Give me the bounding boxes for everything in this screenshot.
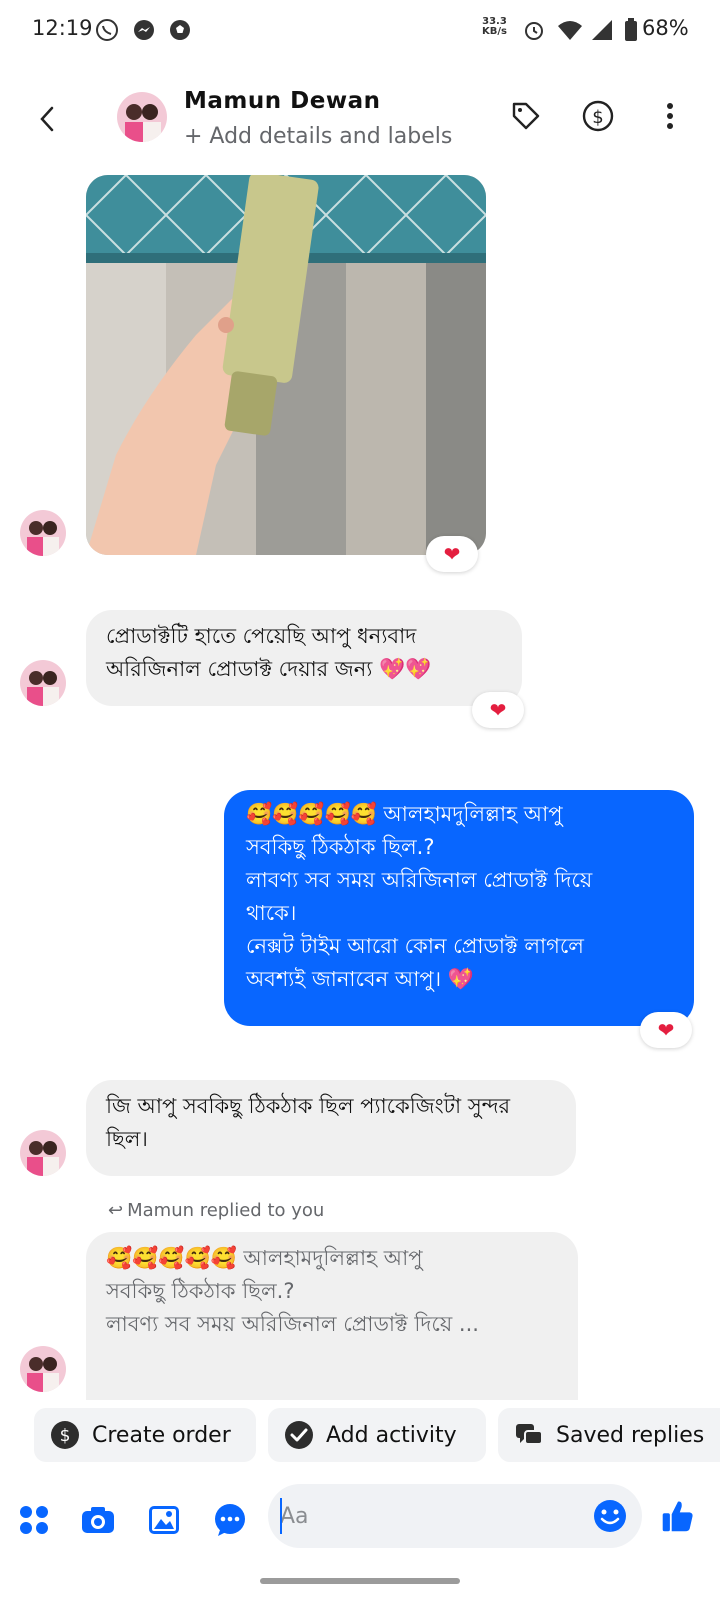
create-order-label: Create order — [92, 1422, 231, 1448]
avatar[interactable] — [20, 660, 66, 706]
contact-name[interactable]: Mamun Dewan — [184, 88, 380, 114]
chat-bubble-icon[interactable] — [212, 1502, 248, 1538]
reply-indicator: ↩ Mamun replied to you — [108, 1200, 324, 1221]
battery-percent: 68% — [642, 16, 689, 40]
tag-icon[interactable] — [508, 98, 544, 134]
messenger-icon — [134, 20, 154, 40]
quoted-line: লাবণ্য সব সময় অরিজিনাল প্রোডাক্ট দিয়ে … — [106, 1312, 479, 1336]
message-thread[interactable]: ❤ প্রোডাক্টটি হাতে পেয়েছি আপু ধন্যবাদ অ… — [0, 170, 720, 1400]
message-input-container[interactable] — [268, 1484, 642, 1548]
message-line: 🥰🥰🥰🥰🥰 আলহামদুলিল্লাহ আপু — [246, 802, 563, 826]
status-time: 12:19 — [32, 16, 93, 40]
message-bubble-outgoing[interactable]: 🥰🥰🥰🥰🥰 আলহামদুলিল্লাহ আপু সবকিছু ঠিকঠাক ছ… — [224, 790, 694, 1026]
avatar[interactable] — [20, 1346, 66, 1392]
camera-icon[interactable] — [80, 1502, 116, 1538]
wifi-icon — [558, 21, 582, 40]
photo-message[interactable] — [86, 175, 486, 555]
add-activity-label: Add activity — [326, 1422, 457, 1448]
text-caret — [280, 1498, 282, 1534]
reply-arrow-icon: ↩ — [108, 1200, 124, 1221]
message-composer — [0, 1484, 720, 1554]
saved-replies-button[interactable]: Saved replies — [498, 1408, 720, 1462]
avatar[interactable] — [20, 510, 66, 556]
svg-text:$: $ — [592, 107, 603, 128]
alarm-icon — [525, 22, 543, 40]
soccer-icon — [170, 20, 190, 40]
svg-text:$: $ — [60, 1426, 71, 1446]
grid-icon[interactable] — [16, 1502, 52, 1538]
heart-reaction[interactable]: ❤ — [472, 692, 524, 728]
quoted-line: 🥰🥰🥰🥰🥰 আলহামদুলিল্লাহ আপু — [106, 1246, 423, 1270]
quick-actions-bar: $ Create order Add activity Saved replie… — [0, 1408, 720, 1464]
net-speed-unit: KB/s — [482, 26, 507, 37]
gesture-nav-handle[interactable] — [260, 1578, 460, 1584]
conversation-header: Mamun Dewan + Add details and labels $ — [0, 80, 720, 160]
message-line: নেক্সট টাইম আরো কোন প্রোডাক্ট লাগলে — [246, 934, 584, 958]
net-speed: 33.3 KB/s — [482, 17, 507, 37]
whatsapp-icon — [96, 19, 118, 41]
saved-replies-label: Saved replies — [556, 1422, 705, 1448]
avatar[interactable] — [117, 92, 167, 142]
quoted-line: সবকিছু ঠিকঠাক ছিল.? — [106, 1279, 295, 1303]
heart-reaction[interactable]: ❤ — [640, 1012, 692, 1048]
dollar-icon[interactable]: $ — [580, 98, 616, 134]
emoji-icon[interactable] — [592, 1498, 628, 1534]
avatar[interactable] — [20, 1130, 66, 1176]
checkmark-icon — [285, 1421, 313, 1449]
more-icon[interactable] — [652, 98, 688, 134]
add-details-link[interactable]: + Add details and labels — [184, 124, 452, 149]
message-line: লাবণ্য সব সময় অরিজিনাল প্রোডাক্ট দিয়ে — [246, 868, 593, 892]
message-line: সবকিছু ঠিকঠাক ছিল.? — [246, 835, 435, 859]
message-line: থাকে। — [246, 901, 297, 925]
message-line: অবশ্যই জানাবেন আপু। 💖 — [246, 967, 474, 991]
message-bubble[interactable]: প্রোডাক্টটি হাতে পেয়েছি আপু ধন্যবাদ অরি… — [86, 610, 522, 706]
heart-reaction[interactable]: ❤ — [426, 536, 478, 572]
message-bubble[interactable]: জি আপু সবকিছু ঠিকঠাক ছিল প্যাকেজিংটা সুন… — [86, 1080, 576, 1176]
gallery-icon[interactable] — [146, 1502, 182, 1538]
quoted-reply-bubble[interactable]: 🥰🥰🥰🥰🥰 আলহামদুলিল্লাহ আপু সবকিছু ঠিকঠাক ছ… — [86, 1232, 578, 1400]
thumbs-up-icon[interactable] — [660, 1498, 696, 1534]
reply-label: Mamun replied to you — [127, 1200, 325, 1221]
create-order-button[interactable]: $ Create order — [34, 1408, 256, 1462]
message-input[interactable] — [280, 1494, 580, 1538]
signal-icon — [592, 20, 612, 40]
chat-bubbles-icon — [516, 1424, 543, 1445]
battery-icon — [625, 18, 637, 41]
dollar-icon: $ — [51, 1421, 79, 1449]
add-activity-button[interactable]: Add activity — [268, 1408, 486, 1462]
back-icon[interactable] — [30, 102, 64, 136]
status-bar: 12:19 33.3 KB/s 68% — [0, 0, 720, 62]
